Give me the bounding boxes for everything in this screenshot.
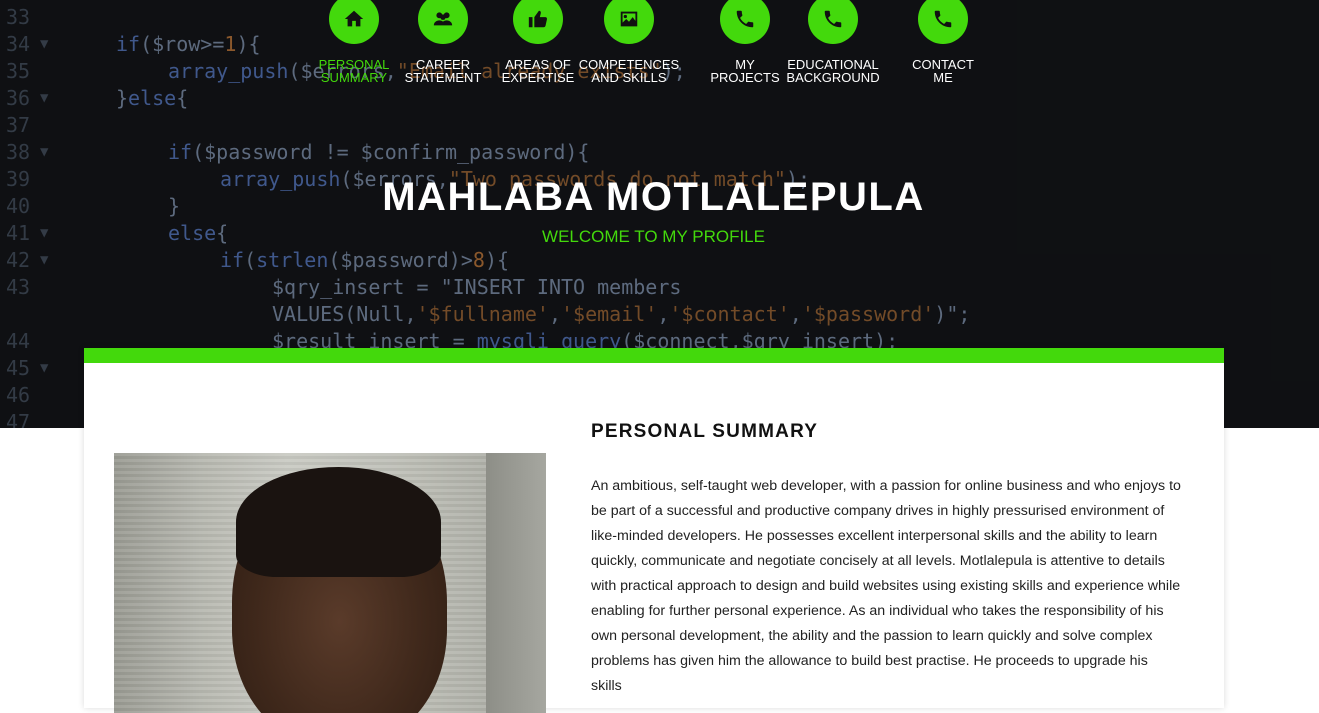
main-nav: PERSONAL SUMMARY CAREER STATEMENT AREAS …: [0, 0, 1319, 90]
nav-icon-button[interactable]: [604, 0, 654, 44]
nav-label[interactable]: COMPETENCES AND SKILLS: [569, 58, 689, 84]
nav-item-educational-background[interactable]: EDUCATIONAL BACKGROUND: [773, 0, 893, 84]
section-title: PERSONAL SUMMARY: [591, 421, 819, 442]
nav-icon-button[interactable]: [918, 0, 968, 44]
nav-item-competences-and-skills[interactable]: COMPETENCES AND SKILLS: [569, 0, 689, 84]
hero-subtitle: WELCOME TO MY PROFILE: [542, 227, 765, 246]
phone-icon: [824, 10, 842, 28]
photo-hair: [236, 467, 441, 577]
hero-title: MAHLABA MOTLALEPULA: [382, 175, 925, 219]
phone-icon: [736, 10, 754, 28]
nav-item-contact-me[interactable]: CONTACT ME: [883, 0, 1003, 84]
nav-icon-button[interactable]: [808, 0, 858, 44]
nav-icon-button[interactable]: [418, 0, 468, 44]
photo-door: [486, 453, 546, 713]
users-icon: [433, 12, 453, 26]
phone-icon: [934, 10, 952, 28]
personal-summary-card: PERSONAL SUMMARY An ambitious, self-taug…: [84, 348, 1224, 713]
nav-icon-button[interactable]: [720, 0, 770, 44]
card-accent-bar: [84, 348, 1224, 363]
nav-label[interactable]: EDUCATIONAL BACKGROUND: [773, 58, 893, 84]
home-icon: [344, 10, 364, 27]
thumbs-up-icon: [528, 10, 548, 28]
nav-icon-button[interactable]: [329, 0, 379, 44]
image-icon: [620, 11, 638, 27]
profile-photo: [114, 453, 546, 713]
nav-icon-button[interactable]: [513, 0, 563, 44]
nav-label[interactable]: CONTACT ME: [883, 58, 1003, 84]
summary-text: An ambitious, self-taught web developer,…: [591, 478, 1181, 694]
